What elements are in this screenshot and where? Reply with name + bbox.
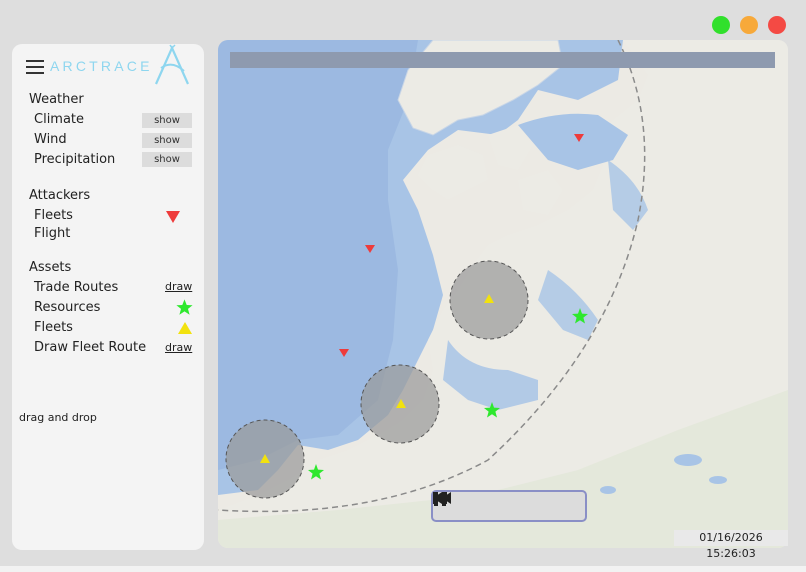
minimize-window-button[interactable] [740,16,758,34]
green-star-icon[interactable] [176,299,193,316]
landmass-islands-west [418,145,488,200]
red-triangle-down-icon[interactable] [165,210,181,224]
attackers-item-fleets: Fleets [34,208,73,223]
map-top-bar [230,52,775,68]
yellow-triangle-icon[interactable] [177,321,193,335]
attackers-item-flight: Flight [34,226,71,241]
attackers-section-title: Attackers [29,188,91,203]
close-window-button[interactable] [768,16,786,34]
assets-section-title: Assets [29,260,72,275]
timestamp: 01/16/2026 15:26:03 [674,530,788,560]
maximize-window-button[interactable] [712,16,730,34]
map-view[interactable] [218,40,788,548]
assets-item-trade-routes: Trade Routes [34,280,119,295]
arctrace-logo-icon [154,44,190,85]
trade-routes-draw-link[interactable]: draw [165,280,192,293]
climate-show-button[interactable]: show [142,113,192,128]
lake [600,486,616,494]
logo-text: ARCTRACE [50,58,153,74]
fleet-route-draw-link[interactable]: draw [165,341,192,354]
playback-controls [431,490,587,522]
skip-forward-icon[interactable] [433,492,447,504]
hamburger-menu-icon[interactable] [26,60,44,74]
weather-item-climate: Climate [34,112,85,127]
landmass-islands-east [518,170,563,215]
wind-show-button[interactable]: show [142,133,192,148]
assets-item-fleets: Fleets [34,320,73,335]
weather-item-precipitation: Precipitation [34,152,116,167]
map-canvas[interactable] [218,40,788,548]
sidebar: ARCTRACE Weather Climate show Wind show … [12,44,204,550]
lake [709,476,727,484]
assets-item-draw-fleet-route: Draw Fleet Route [34,340,147,355]
weather-section-title: Weather [29,92,84,107]
assets-item-resources: Resources [34,300,101,315]
lake [674,454,702,466]
precipitation-show-button[interactable]: show [142,152,192,167]
weather-item-wind: Wind [34,132,67,147]
drag-and-drop-label: drag and drop [19,411,97,424]
bottom-strip [0,566,806,572]
